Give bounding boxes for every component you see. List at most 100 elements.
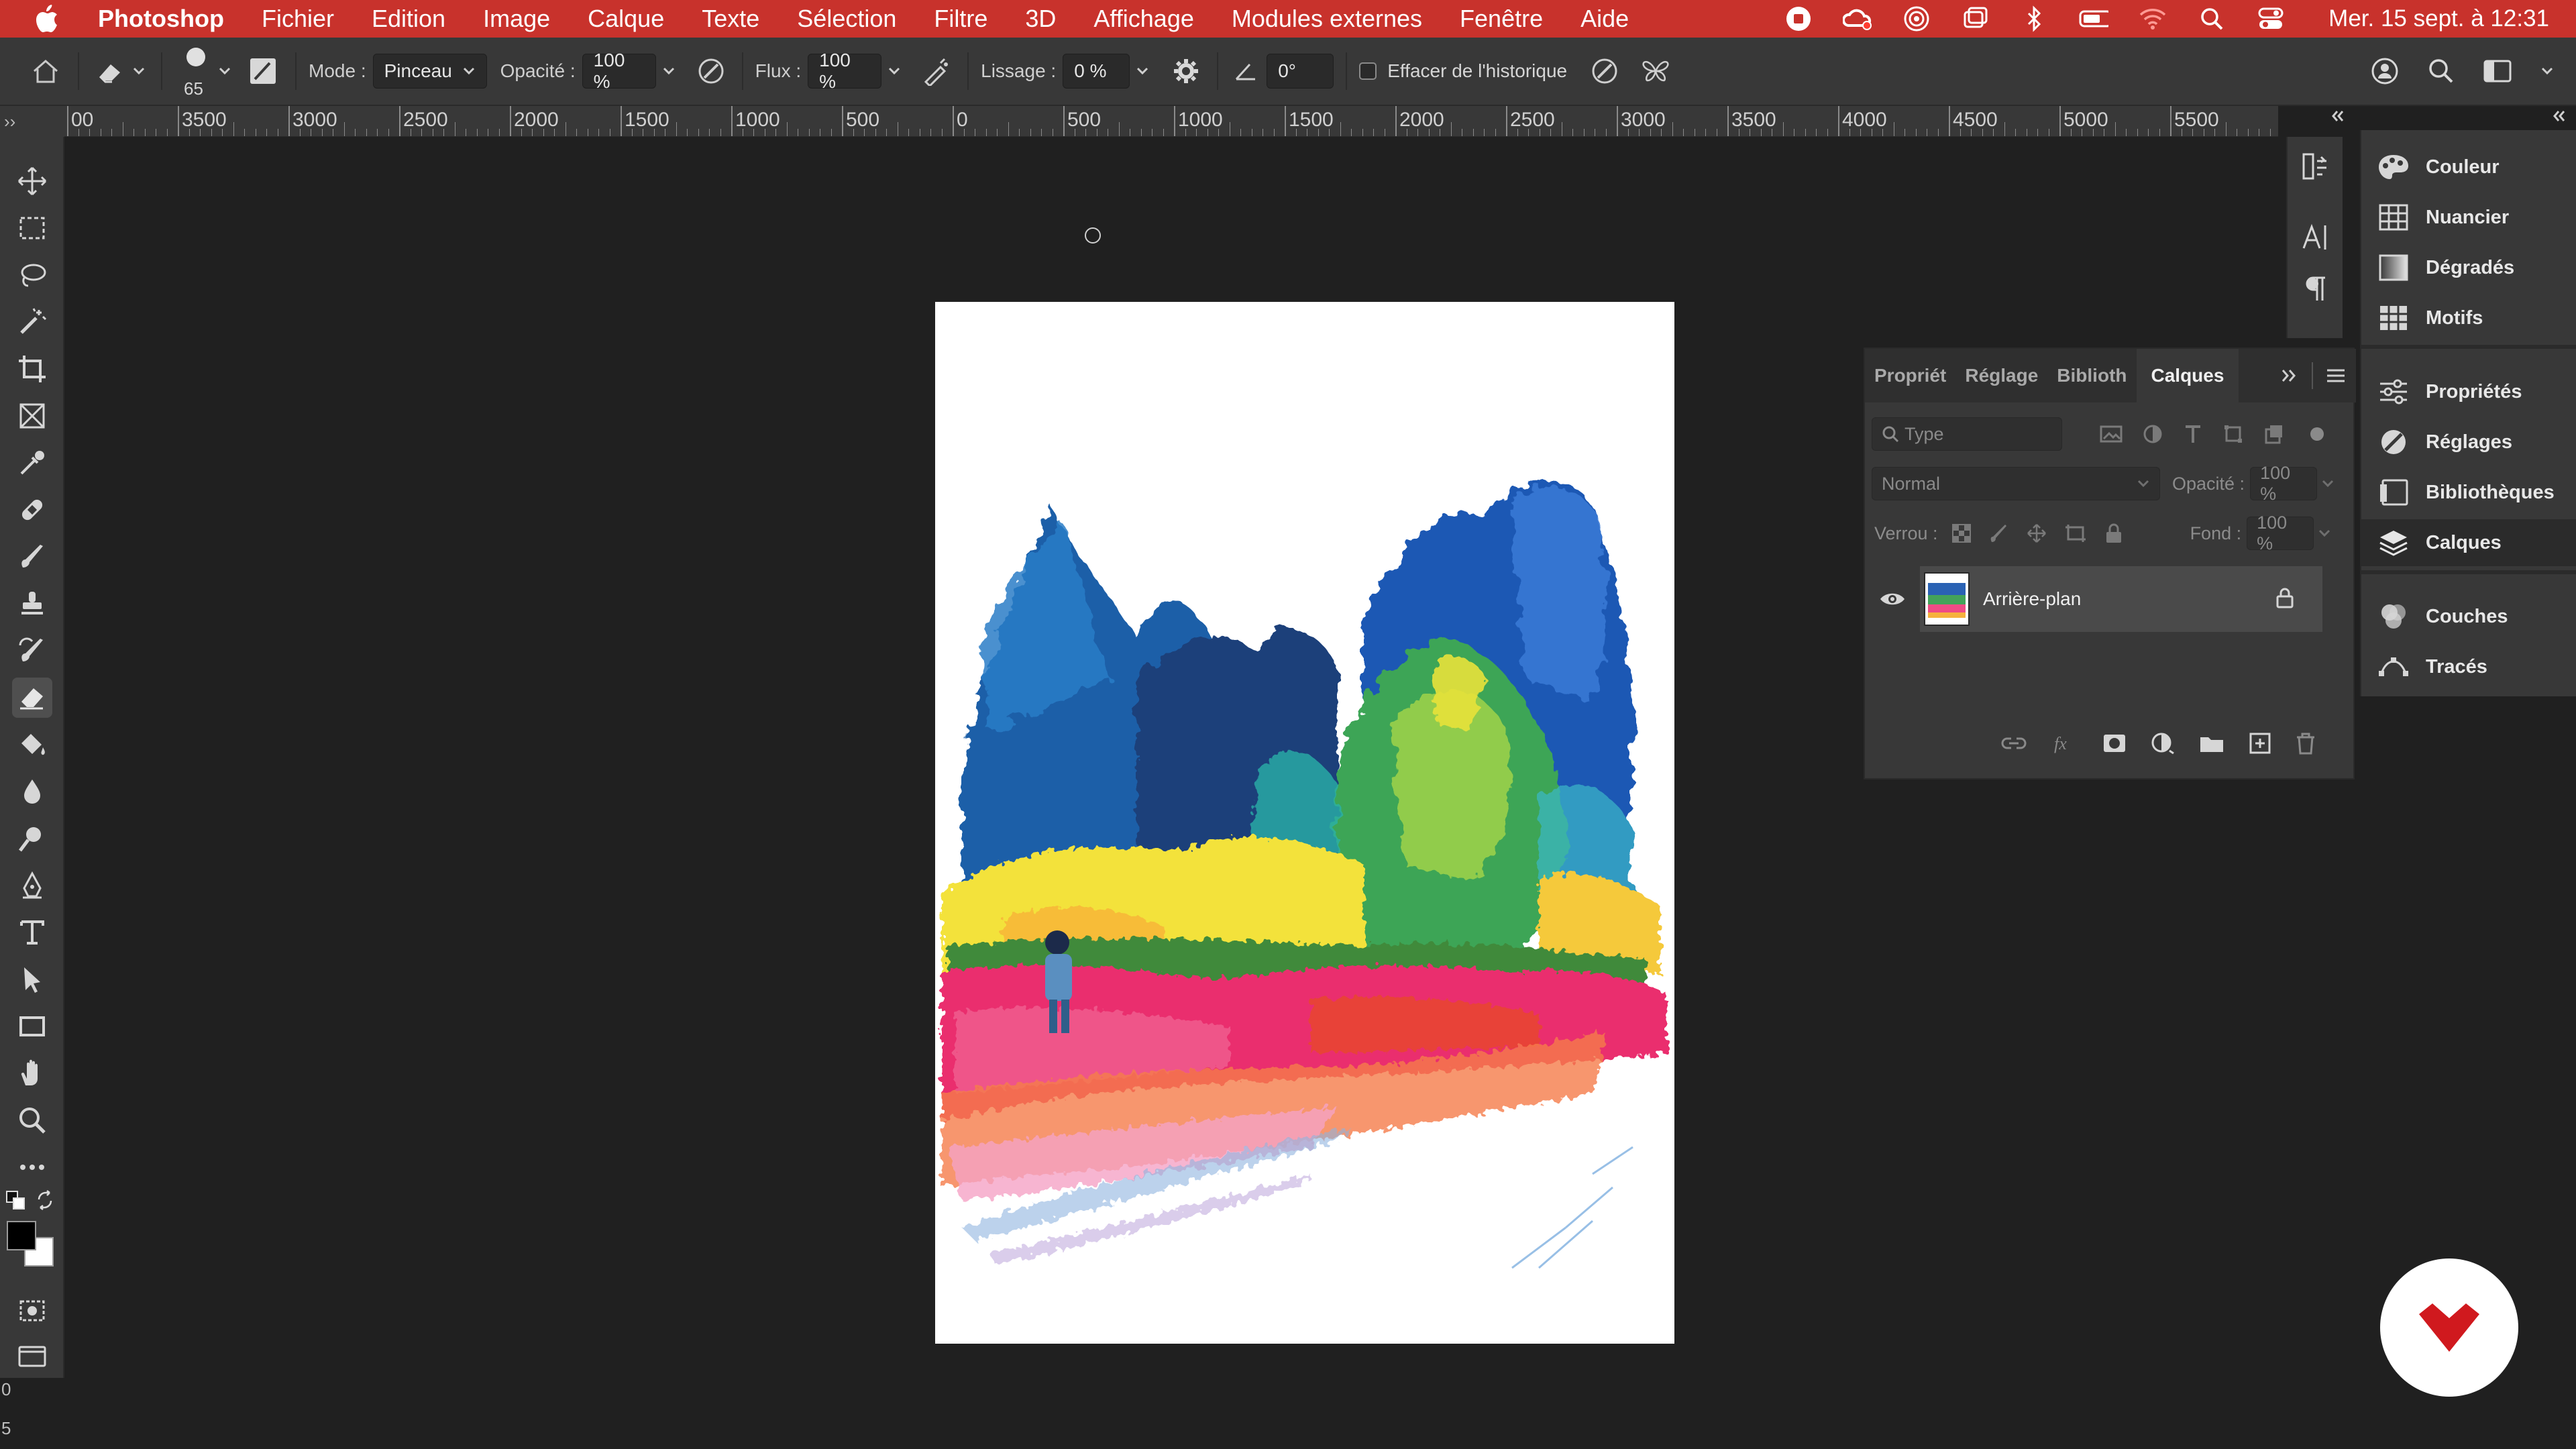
lock-image-pixels-brush-icon[interactable]: [1989, 523, 2009, 543]
menu-3d[interactable]: 3D: [1025, 5, 1056, 33]
menu-edition[interactable]: Edition: [372, 5, 445, 33]
screens-icon[interactable]: [1961, 4, 1990, 34]
dock-collapse-chevrons-icon[interactable]: [2328, 106, 2348, 126]
menu-fichier[interactable]: Fichier: [262, 5, 334, 33]
spotlight-search-icon[interactable]: [2197, 4, 2226, 34]
menu-image[interactable]: Image: [483, 5, 550, 33]
share-person-icon[interactable]: [2368, 51, 2402, 91]
link-layers-icon[interactable]: [2000, 735, 2027, 752]
healing-brush-tool-icon[interactable]: [12, 490, 52, 530]
layer-lock-icon[interactable]: [2275, 587, 2294, 612]
filter-shape-icon[interactable]: [2223, 424, 2243, 444]
smoothing-input[interactable]: 0 %: [1063, 54, 1130, 89]
eraser-tool-preset-icon[interactable]: [91, 51, 129, 91]
chevron-down-icon[interactable]: [215, 61, 235, 81]
swap-colors-icon[interactable]: [35, 1190, 55, 1210]
fill-input[interactable]: 100 %: [2247, 513, 2314, 553]
record-icon[interactable]: [1784, 4, 1813, 34]
eraser-tool-icon[interactable]: [12, 678, 52, 718]
filter-smart-object-icon[interactable]: [2263, 424, 2284, 444]
marquee-tool-icon[interactable]: [12, 208, 52, 248]
filter-toggle-switch[interactable]: [2310, 427, 2324, 441]
new-group-folder-icon[interactable]: [2199, 733, 2224, 753]
crop-tool-icon[interactable]: [12, 349, 52, 389]
bluetooth-icon[interactable]: [2020, 4, 2049, 34]
type-tool-icon[interactable]: [12, 912, 52, 953]
more-tools-icon[interactable]: [12, 1147, 52, 1187]
erase-history-checkbox[interactable]: [1359, 62, 1377, 80]
path-selection-tool-icon[interactable]: [12, 959, 52, 1000]
horizontal-ruler[interactable]: 00 3500 3000 2500 2000 1500 1000 500 0 500 1000 150…: [64, 106, 2278, 137]
menu-modules-externes[interactable]: Modules externes: [1232, 5, 1422, 33]
eyedropper-tool-icon[interactable]: [12, 443, 52, 483]
wifi-icon[interactable]: [2138, 4, 2167, 34]
panel-degrades[interactable]: Dégradés: [2361, 244, 2576, 291]
smoothing-settings-gear-icon[interactable]: [1167, 51, 1205, 91]
layer-opacity-chevron-icon[interactable]: [2321, 479, 2334, 488]
filter-adjustment-icon[interactable]: [2143, 424, 2163, 444]
home-icon[interactable]: [25, 51, 66, 91]
rectangle-tool-icon[interactable]: [12, 1006, 52, 1046]
control-center-icon[interactable]: [2256, 4, 2286, 34]
blur-tool-icon[interactable]: [12, 771, 52, 812]
menu-app-name[interactable]: Photoshop: [98, 5, 224, 33]
brush-size-picker[interactable]: 65: [174, 41, 215, 101]
layer-name[interactable]: Arrière-plan: [1983, 588, 2081, 610]
flow-input[interactable]: 100 %: [808, 50, 882, 92]
tab-reglages[interactable]: Réglage: [1955, 349, 2047, 402]
opacity-input[interactable]: 100 %: [582, 50, 656, 92]
pen-tool-icon[interactable]: [12, 865, 52, 906]
add-mask-icon[interactable]: [2102, 733, 2127, 753]
quick-mask-icon[interactable]: [12, 1291, 52, 1331]
history-panel-icon[interactable]: [2296, 146, 2336, 186]
hand-tool-icon[interactable]: [12, 1053, 52, 1093]
panel-calques[interactable]: Calques: [2361, 519, 2576, 566]
lock-artboard-icon[interactable]: [2064, 523, 2087, 543]
menu-texte[interactable]: Texte: [702, 5, 759, 33]
panel-proprietes[interactable]: Propriétés: [2361, 368, 2576, 415]
panel-reglages[interactable]: Réglages: [2361, 419, 2576, 466]
panel-menu-icon[interactable]: [2322, 362, 2349, 389]
menu-fenetre[interactable]: Fenêtre: [1460, 5, 1543, 33]
layer-opacity-input[interactable]: 100 %: [2250, 463, 2318, 504]
dodge-tool-icon[interactable]: [12, 818, 52, 859]
delete-layer-trash-icon[interactable]: [2296, 732, 2316, 755]
foreground-color-swatch[interactable]: [7, 1221, 36, 1250]
paint-bucket-tool-icon[interactable]: [12, 724, 52, 765]
fill-chevron-icon[interactable]: [2318, 529, 2331, 538]
pressure-size-icon[interactable]: [1586, 51, 1623, 91]
clone-stamp-tool-icon[interactable]: [12, 584, 52, 624]
smoothing-dropdown-chevron-icon[interactable]: [1132, 61, 1152, 81]
frame-tool-icon[interactable]: [12, 396, 52, 436]
right-dock-collapse-chevrons-icon[interactable]: [2549, 106, 2569, 126]
mode-select[interactable]: Pinceau: [372, 54, 487, 89]
tab-proprietes[interactable]: Propriét: [1865, 349, 1955, 402]
brush-tool-icon[interactable]: [12, 537, 52, 577]
panel-traces[interactable]: Tracés: [2361, 643, 2576, 690]
menu-aide[interactable]: Aide: [1580, 5, 1629, 33]
panel-motifs[interactable]: Motifs: [2361, 294, 2576, 341]
panel-bibliotheques[interactable]: Bibliothèques: [2361, 469, 2576, 516]
move-tool-icon[interactable]: [12, 161, 52, 201]
menu-affichage[interactable]: Affichage: [1093, 5, 1193, 33]
new-layer-icon[interactable]: [2249, 732, 2271, 755]
brush-settings-panel-icon[interactable]: [243, 51, 283, 91]
pressure-opacity-icon[interactable]: [692, 51, 730, 91]
history-brush-tool-icon[interactable]: [12, 631, 52, 671]
opacity-dropdown-chevron-icon[interactable]: [659, 61, 679, 81]
symmetry-butterfly-icon[interactable]: [1637, 51, 1674, 91]
lock-all-icon[interactable]: [2104, 523, 2123, 543]
chevron-down-icon[interactable]: [129, 61, 149, 81]
tab-calques[interactable]: Calques: [2136, 349, 2239, 402]
expand-chevrons-icon[interactable]: [2275, 362, 2302, 389]
lock-transparent-pixels-icon[interactable]: [1951, 523, 1972, 543]
menu-selection[interactable]: Sélection: [797, 5, 896, 33]
document-canvas[interactable]: [935, 302, 1674, 1344]
layer-filter-select[interactable]: Type: [1872, 417, 2062, 451]
angle-input[interactable]: 0°: [1267, 54, 1334, 89]
workspace-chevron-icon[interactable]: [2537, 61, 2557, 81]
paragraph-panel-icon[interactable]: [2296, 268, 2336, 309]
menu-calque[interactable]: Calque: [588, 5, 664, 33]
panel-couches[interactable]: Couches: [2361, 593, 2576, 640]
lasso-tool-icon[interactable]: [12, 255, 52, 295]
